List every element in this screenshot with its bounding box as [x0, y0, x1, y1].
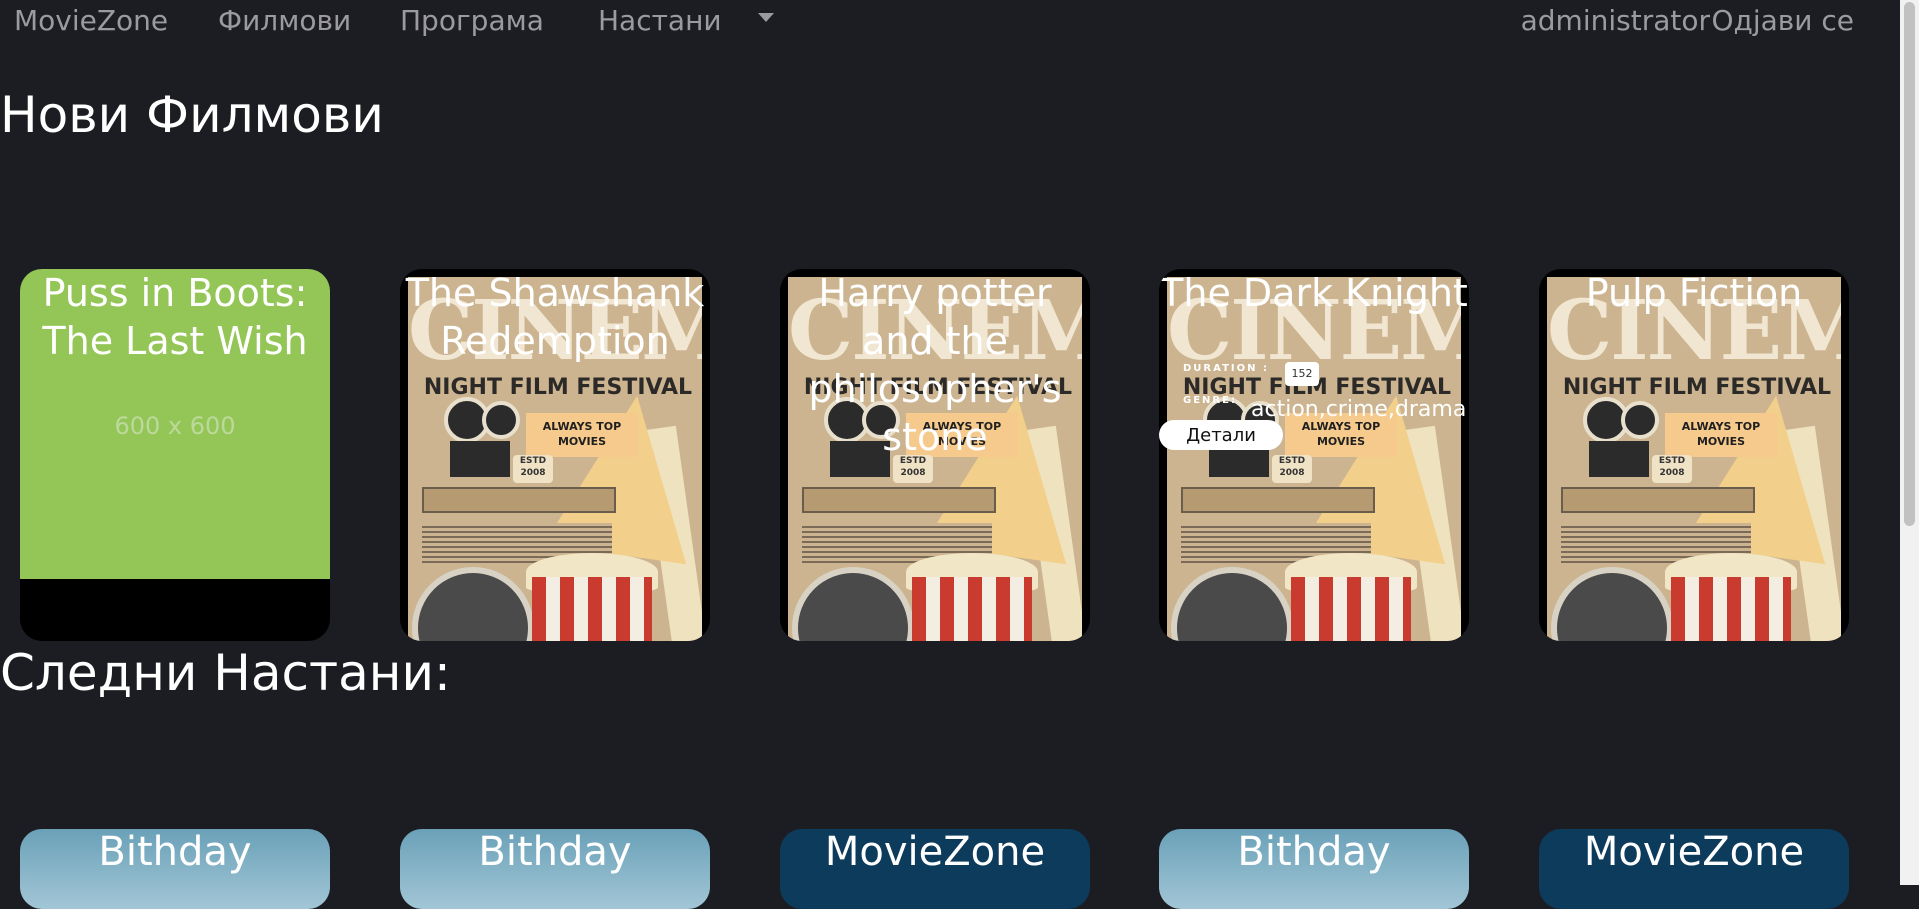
movie-card[interactable]: CINEMA NIGHT FILM FESTIVAL ALWAYS TOP MO…: [400, 269, 710, 641]
movie-title: Pulp Fiction: [1585, 271, 1803, 315]
event-card[interactable]: Bithday: [400, 829, 710, 909]
film-frame-shape: [1561, 487, 1755, 513]
genre-value: action,crime,drama: [1251, 397, 1467, 422]
nav-events[interactable]: Настани: [598, 4, 722, 37]
movie-camera-icon: [1583, 397, 1663, 483]
movie-title: The ShawshankRedemption: [405, 271, 705, 363]
top-navbar: MovieZone Филмови Програма Настани admin…: [0, 0, 1900, 44]
chevron-down-icon[interactable]: [758, 13, 774, 22]
event-title: Bithday: [98, 829, 252, 875]
film-frame-shape: [422, 487, 616, 513]
duration-badge: 152: [1285, 362, 1319, 386]
movie-title: Harry potter and the philosopher's stone: [808, 271, 1062, 459]
movie-camera-icon: [444, 397, 524, 483]
movie-card[interactable]: 600 x 600 Puss in Boots: The Last Wish: [20, 269, 330, 641]
film-frame-shape: [802, 487, 996, 513]
event-card[interactable]: MovieZone: [1539, 829, 1849, 909]
event-title: MovieZone: [824, 829, 1046, 875]
scrollbar-thumb[interactable]: [1904, 2, 1915, 526]
logout-link[interactable]: Одјави се: [1711, 4, 1854, 37]
popcorn-box-shape: [912, 577, 1032, 641]
brand-link[interactable]: MovieZone: [14, 4, 168, 37]
genre-label: GENRE:: [1183, 395, 1237, 406]
placeholder-text: 600 x 600: [114, 412, 236, 440]
movie-poster: CINEMA NIGHT FILM FESTIVAL ALWAYS TOP MO…: [1547, 277, 1841, 641]
movie-hover-overlay: DURATION : 152 GENRE: action,crime,drama…: [1159, 269, 1469, 641]
vertical-scrollbar[interactable]: [1900, 0, 1919, 885]
event-title: Bithday: [1237, 829, 1391, 875]
event-card[interactable]: Bithday: [20, 829, 330, 909]
event-title: Bithday: [478, 829, 632, 875]
nav-films[interactable]: Филмови: [218, 4, 351, 37]
duration-label: DURATION :: [1183, 363, 1269, 374]
new-movies-heading: Нови Филмови: [0, 86, 384, 144]
movie-title: Puss in Boots: The Last Wish: [42, 271, 308, 363]
popcorn-box-shape: [532, 577, 652, 641]
nav-program[interactable]: Програма: [400, 4, 544, 37]
movie-card[interactable]: CINEMA NIGHT FILM FESTIVAL ALWAYS TOP MO…: [780, 269, 1090, 641]
event-card[interactable]: Bithday: [1159, 829, 1469, 909]
film-reel-icon: [412, 567, 534, 641]
popcorn-box-shape: [1671, 577, 1791, 641]
film-reel-icon: [1551, 567, 1673, 641]
movie-card[interactable]: CINEMA NIGHT FILM FESTIVAL ALWAYS TOP MO…: [1159, 269, 1469, 641]
poster-always-text: ALWAYS TOP MOVIES: [1665, 413, 1777, 457]
event-card[interactable]: MovieZone: [780, 829, 1090, 909]
next-events-heading: Следни Настани:: [0, 644, 451, 702]
movie-card[interactable]: CINEMA NIGHT FILM FESTIVAL ALWAYS TOP MO…: [1539, 269, 1849, 641]
username-label: administrator: [1520, 4, 1710, 37]
poster-always-text: ALWAYS TOP MOVIES: [526, 413, 638, 457]
film-reel-icon: [792, 567, 914, 641]
details-button[interactable]: Детали: [1159, 420, 1283, 450]
event-title: MovieZone: [1583, 829, 1805, 875]
